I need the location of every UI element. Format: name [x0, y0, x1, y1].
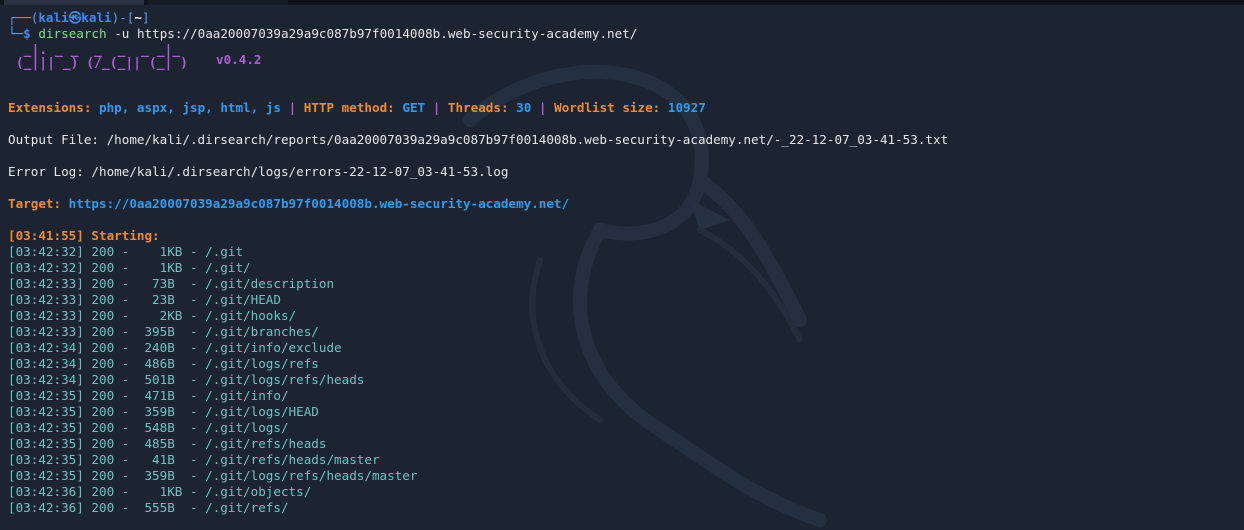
prompt-host: kali: [81, 10, 112, 25]
result-row: [03:42:33] 200 - 73B - /.git/description: [8, 276, 335, 291]
threads-value: 30: [516, 100, 532, 115]
wordlist-label: Wordlist size:: [554, 100, 661, 115]
error-log-line: Error Log: /home/kali/.dirsearch/logs/er…: [8, 164, 509, 179]
result-row: [03:42:35] 200 - 359B - /.git/logs/refs/…: [8, 468, 418, 483]
result-row: [03:42:33] 200 - 395B - /.git/branches/: [8, 324, 319, 339]
config-line: Extensions: php, aspx, jsp, html, js | H…: [8, 100, 1236, 116]
wordlist-value: 10927: [667, 100, 706, 115]
output-file-line: Output File: /home/kali/.dirsearch/repor…: [8, 132, 949, 147]
separator: |: [538, 100, 547, 115]
result-row: [03:42:35] 200 - 41B - /.git/refs/heads/…: [8, 452, 380, 467]
result-row: [03:42:34] 200 - 501B - /.git/logs/refs/…: [8, 372, 365, 387]
command-name: dirsearch: [38, 26, 107, 41]
target-line: Target: https://0aa20007039a29a9c087b97f…: [8, 196, 1236, 212]
result-row: [03:42:35] 200 - 548B - /.git/logs/: [8, 420, 289, 435]
extensions-label: Extensions:: [8, 100, 92, 115]
prompt-dir: ~: [134, 10, 142, 25]
result-row: [03:42:32] 200 - 1KB - /.git: [8, 244, 244, 259]
result-row: [03:42:36] 200 - 555B - /.git/refs/: [8, 500, 289, 515]
result-row: [03:42:33] 200 - 2KB - /.git/hooks/: [8, 308, 297, 323]
prompt-dollar: $: [23, 26, 31, 41]
prompt-corner-bottom: └─: [8, 26, 24, 41]
threads-label: Threads:: [447, 100, 509, 115]
banner-art-line-1: _|. _ _ _ _ _ _|_: [8, 43, 181, 58]
starting-line: [03:41:55] Starting:: [8, 228, 160, 243]
prompt-corner: ┌──(: [8, 10, 39, 25]
result-row: [03:42:34] 200 - 240B - /.git/info/exclu…: [8, 340, 342, 355]
method-label: HTTP method:: [303, 100, 395, 115]
prompt-bracket-close: ]: [141, 10, 150, 25]
prompt-user: kali: [38, 10, 69, 25]
result-row: [03:42:33] 200 - 23B - /.git/HEAD: [8, 292, 281, 307]
separator: |: [432, 100, 441, 115]
method-value: GET: [402, 100, 426, 115]
prompt-line-1: ┌──(kali㉿kali)-[~]: [8, 10, 1236, 26]
command-args: -u https://0aa20007039a29a9c087b97f00140…: [114, 26, 638, 41]
dirsearch-banner: _|. _ _ _ _ _ _|_ (_||| _) (/_(_|| (_| )…: [8, 44, 1236, 84]
prompt-bracket: )-[: [111, 10, 135, 25]
banner-version: v0.4.2: [216, 52, 262, 67]
result-row: [03:42:32] 200 - 1KB - /.git/: [8, 260, 251, 275]
terminal-output[interactable]: ┌──(kali㉿kali)-[~] └─$ dirsearch -u http…: [8, 10, 1236, 530]
result-row: [03:42:35] 200 - 471B - /.git/info/: [8, 388, 289, 403]
target-url: https://0aa20007039a29a9c087b97f0014008b…: [68, 196, 570, 211]
result-row: [03:42:34] 200 - 486B - /.git/logs/refs: [8, 356, 319, 371]
banner-art-line-2: (_||| _) (/_(_|| (_| ): [8, 56, 189, 71]
prompt-at-icon: ㉿: [68, 10, 82, 25]
result-row: [03:42:36] 200 - 1KB - /.git/objects/: [8, 484, 312, 499]
result-row: [03:42:35] 200 - 485B - /.git/refs/heads: [8, 436, 327, 451]
result-row: [03:42:35] 200 - 359B - /.git/logs/HEAD: [8, 404, 319, 419]
separator: |: [288, 100, 297, 115]
target-label: Target:: [8, 196, 62, 211]
extensions-value: php, aspx, jsp, html, js: [99, 100, 281, 115]
prompt-line-2: └─$ dirsearch -u https://0aa20007039a29a…: [8, 26, 1236, 42]
